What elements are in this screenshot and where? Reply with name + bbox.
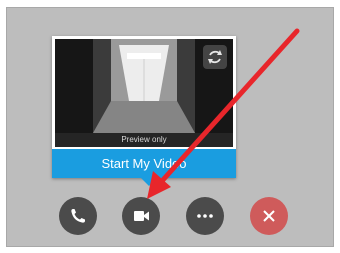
end-call-button[interactable] (250, 197, 288, 235)
video-preview-popup: Preview only Start My Video (52, 36, 236, 178)
more-options-button[interactable] (186, 197, 224, 235)
phone-icon (71, 209, 85, 223)
start-my-video-button[interactable]: Start My Video (52, 149, 236, 178)
close-icon (263, 210, 275, 222)
preview-caption: Preview only (55, 133, 233, 147)
video-button[interactable] (122, 197, 160, 235)
rotate-camera-icon (208, 50, 222, 64)
screenshot: Preview only Start My Video (0, 0, 340, 253)
rotate-camera-button[interactable] (203, 45, 227, 69)
video-camera-icon (134, 211, 149, 221)
call-button[interactable] (59, 197, 97, 235)
camera-preview: Preview only (55, 39, 233, 147)
popup-pointer (140, 177, 158, 186)
ellipsis-icon (197, 214, 213, 218)
